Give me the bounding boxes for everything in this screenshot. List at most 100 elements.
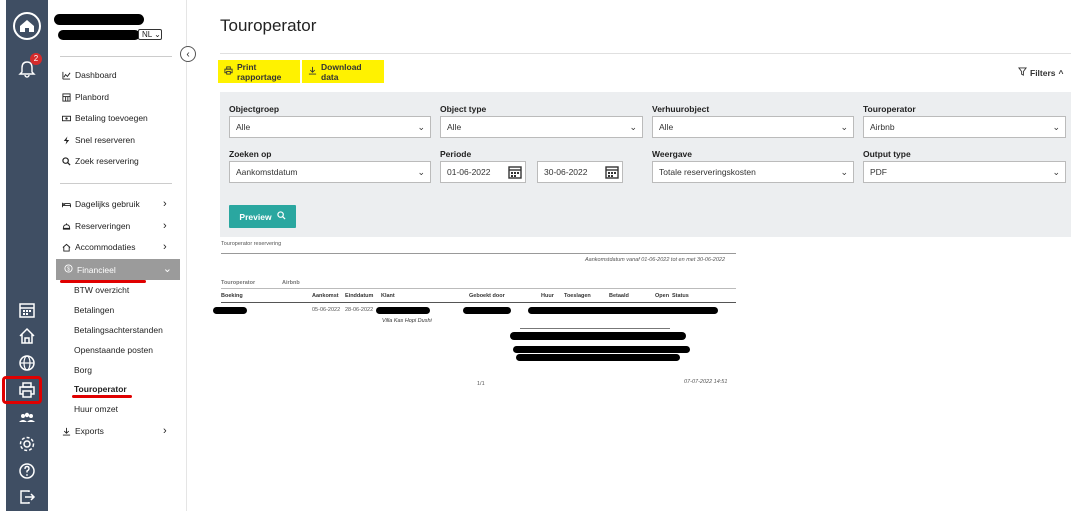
weergave-label: Weergave bbox=[652, 149, 693, 159]
calendar-grid-icon bbox=[62, 92, 71, 102]
report-col-boeking: Boeking bbox=[221, 293, 243, 299]
sidebar-item-planbord[interactable]: Planbord bbox=[62, 90, 109, 104]
chevron-right-icon: › bbox=[163, 425, 167, 437]
sidebar-divider bbox=[60, 183, 172, 184]
report-col-huur: Huur bbox=[541, 293, 554, 299]
house-icon bbox=[62, 243, 71, 252]
report-col-status: Status bbox=[672, 293, 689, 299]
chevron-down-icon: ⌄ bbox=[1052, 167, 1060, 177]
svg-text:$: $ bbox=[67, 267, 70, 273]
sidebar-subitem-betalingen[interactable]: Betalingen bbox=[74, 305, 114, 315]
chevron-down-icon: ⌄ bbox=[1052, 122, 1060, 132]
report-rule bbox=[221, 253, 736, 254]
icon-rail: 2 bbox=[2, 0, 48, 511]
chevron-right-icon: › bbox=[163, 241, 167, 253]
search-icon bbox=[62, 156, 71, 166]
collapse-sidebar-button[interactable]: ‹ bbox=[180, 46, 196, 62]
home-logo-icon[interactable] bbox=[13, 12, 41, 40]
output-type-label: Output type bbox=[863, 149, 911, 159]
help-icon[interactable] bbox=[6, 459, 48, 483]
report-col-open: Open bbox=[655, 293, 670, 299]
logout-icon[interactable] bbox=[6, 485, 48, 509]
verhuurobject-select[interactable]: Alle ⌄ bbox=[652, 116, 854, 138]
chevron-down-icon: ⌄ bbox=[417, 122, 425, 132]
redacted-total bbox=[510, 332, 686, 340]
zoeken-op-select[interactable]: Aankomstdatum ⌄ bbox=[229, 161, 431, 183]
output-type-select[interactable]: PDF ⌄ bbox=[863, 161, 1066, 183]
redacted-total bbox=[513, 346, 690, 353]
redacted-property-name bbox=[58, 30, 140, 40]
object-type-select[interactable]: Alle ⌄ bbox=[440, 116, 643, 138]
sidebar-item-exports[interactable]: Exports bbox=[62, 424, 104, 438]
annotation-underline bbox=[60, 280, 146, 283]
download-icon bbox=[308, 66, 317, 77]
bed-icon bbox=[62, 200, 71, 209]
sidebar-subitem-borg[interactable]: Borg bbox=[74, 365, 92, 375]
sidebar-item-zoek-reservering[interactable]: Zoek reservering bbox=[62, 154, 139, 168]
bolt-icon bbox=[62, 135, 71, 145]
chevron-up-icon: ^ bbox=[1058, 67, 1064, 78]
report-cell-aankomst: 05-06-2022 bbox=[312, 307, 341, 313]
sidebar-item-betaling-toevoegen[interactable]: Betaling toevoegen bbox=[62, 111, 148, 125]
notification-badge: 2 bbox=[30, 53, 42, 65]
sidebar-item-snel-reserveren[interactable]: Snel reserveren bbox=[62, 133, 135, 147]
objectgroep-select[interactable]: Alle ⌄ bbox=[229, 116, 431, 138]
app: 2 NL ⌄ ‹ Dashboard Planbord Betaling toe… bbox=[0, 0, 1071, 511]
chevron-down-icon: ⌄ bbox=[840, 167, 848, 177]
language-select[interactable]: NL ⌄ bbox=[138, 29, 162, 40]
sidebar-subitem-btw-overzicht[interactable]: BTW overzicht bbox=[74, 285, 129, 295]
redacted-booked-by bbox=[463, 307, 511, 314]
users-icon[interactable] bbox=[6, 406, 48, 430]
sidebar-item-reserveringen[interactable]: Reserveringen bbox=[62, 219, 130, 233]
filters-toggle[interactable]: Filters ^ bbox=[1018, 67, 1063, 78]
calendar-icon[interactable] bbox=[6, 298, 48, 322]
sidebar-item-dashboard[interactable]: Dashboard bbox=[62, 68, 117, 82]
report-print-timestamp: 07-07-2022 14:51 bbox=[684, 379, 728, 385]
redacted-account-name bbox=[54, 14, 144, 25]
sidebar-subitem-touroperator[interactable]: Touroperator bbox=[74, 384, 127, 394]
touroperator-label: Touroperator bbox=[863, 104, 916, 114]
chevron-down-icon: ⌄ bbox=[162, 263, 172, 275]
page-title: Touroperator bbox=[220, 16, 317, 35]
sidebar-subitem-huur-omzet[interactable]: Huur omzet bbox=[74, 404, 118, 414]
preview-button[interactable]: Preview bbox=[229, 205, 296, 228]
bell-icon[interactable]: 2 bbox=[6, 53, 48, 81]
bell-service-icon bbox=[62, 222, 71, 231]
chevron-left-icon: ‹ bbox=[186, 48, 190, 60]
verhuurobject-label: Verhuurobject bbox=[652, 104, 710, 114]
gear-icon[interactable] bbox=[6, 432, 48, 456]
sidebar-item-accommodaties[interactable]: Accommodaties bbox=[62, 240, 135, 254]
filter-icon bbox=[1018, 67, 1027, 78]
report-total-rule bbox=[520, 328, 670, 329]
redacted-guest bbox=[376, 307, 430, 314]
report-operator-value: Airbnb bbox=[282, 280, 300, 286]
chevron-down-icon: ⌄ bbox=[417, 167, 425, 177]
chevron-right-icon: › bbox=[163, 220, 167, 232]
objectgroep-label: Objectgroep bbox=[229, 104, 280, 114]
download-icon bbox=[62, 427, 71, 436]
report-page-number: 1/1 bbox=[477, 381, 485, 387]
printer-icon bbox=[224, 66, 233, 77]
periode-label: Periode bbox=[440, 149, 472, 159]
object-type-label: Object type bbox=[440, 104, 487, 114]
calendar-icon[interactable] bbox=[602, 161, 622, 183]
report-col-geboekt-door: Geboekt door bbox=[469, 293, 505, 299]
chart-icon bbox=[62, 71, 71, 80]
report-cell-einddatum: 28-06-2022 bbox=[345, 307, 374, 313]
report-col-aankomst: Aankomst bbox=[312, 293, 339, 299]
calendar-icon[interactable] bbox=[505, 161, 525, 183]
report-col-klant: Klant bbox=[381, 293, 395, 299]
print-report-button[interactable]: Print rapportage bbox=[218, 60, 300, 83]
chevron-down-icon: ⌄ bbox=[840, 122, 848, 132]
globe-icon[interactable] bbox=[6, 351, 48, 375]
sidebar-item-financieel[interactable]: $ Financieel ⌄ bbox=[56, 259, 180, 280]
touroperator-select[interactable]: Airbnb ⌄ bbox=[863, 116, 1066, 138]
sidebar-subitem-openstaande-posten[interactable]: Openstaande posten bbox=[74, 345, 153, 355]
sidebar-subitem-betalingsachterstanden[interactable]: Betalingsachterstanden bbox=[74, 325, 163, 335]
title-divider bbox=[220, 53, 1071, 54]
download-data-button[interactable]: Download data bbox=[302, 60, 384, 83]
home-icon[interactable] bbox=[6, 324, 48, 348]
report-heading: Touroperator reservering bbox=[221, 241, 282, 247]
sidebar-item-dagelijks-gebruik[interactable]: Dagelijks gebruik bbox=[62, 197, 140, 211]
weergave-select[interactable]: Totale reserveringskosten ⌄ bbox=[652, 161, 854, 183]
